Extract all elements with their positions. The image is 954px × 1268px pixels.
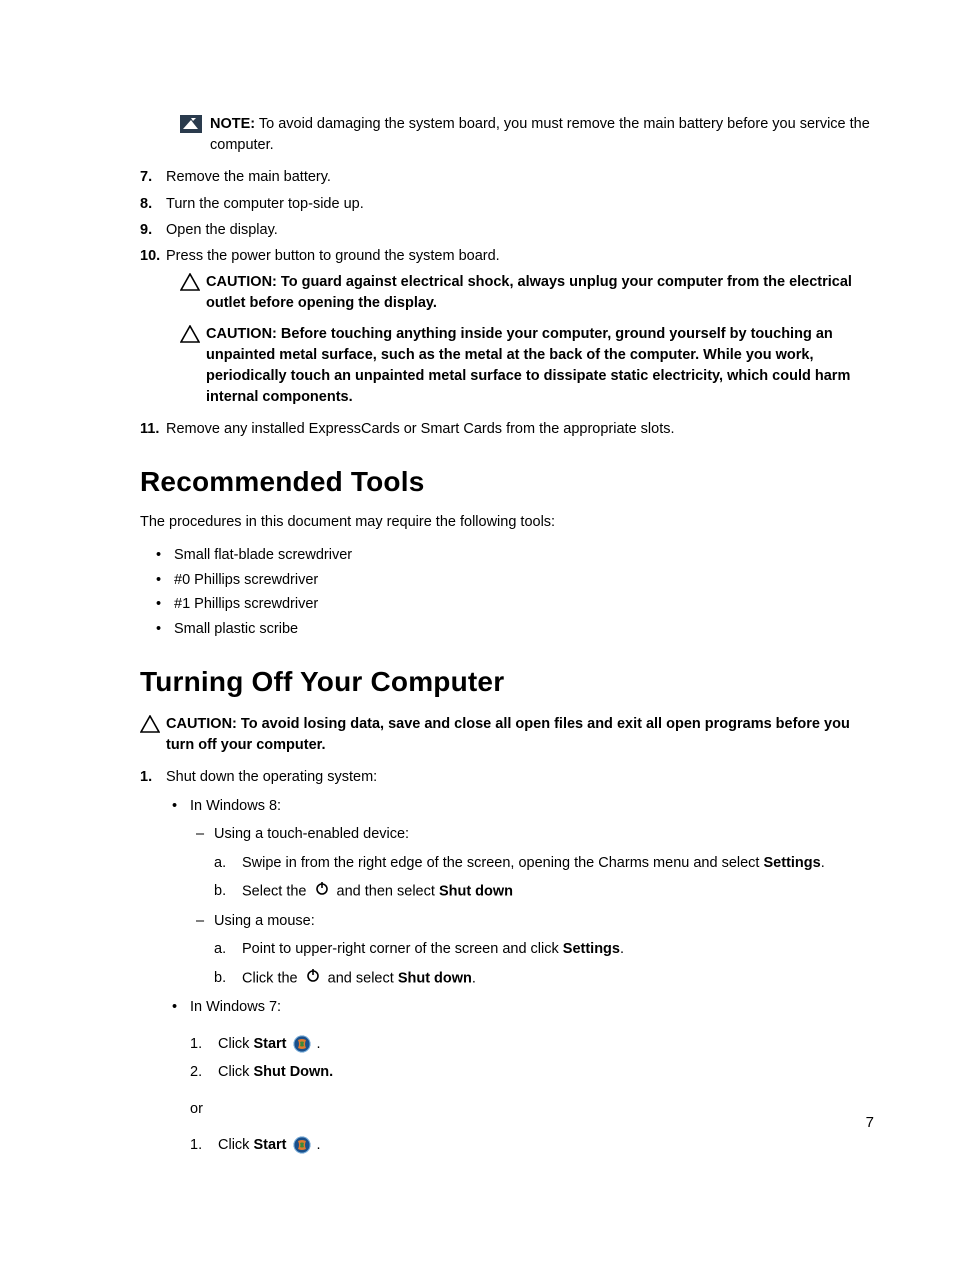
turnoff-steps: 1. Shut down the operating system: In Wi… <box>140 766 874 1162</box>
caution-text-1: CAUTION: To guard against electrical sho… <box>206 272 874 314</box>
mouse-method: Using a mouse: a. Point to upper-right c… <box>190 910 874 990</box>
page: NOTE: To avoid damaging the system board… <box>0 0 954 1226</box>
win7-item: In Windows 7: 1. Click Start <box>166 996 874 1156</box>
win7-alt-steps: 1. Click Start <box>190 1134 874 1156</box>
turnoff-step-1: 1. Shut down the operating system: In Wi… <box>140 766 874 1162</box>
mouse-step-b: b. Click the <box>214 967 874 990</box>
step-9: 9.Open the display. <box>140 219 874 241</box>
touch-step-b: b. Select the <box>214 880 874 903</box>
mouse-step-a: a. Point to upper-right corner of the sc… <box>214 938 874 960</box>
caution-icon <box>140 715 160 733</box>
caution-icon <box>180 273 200 291</box>
tools-list: Small flat-blade screwdriver #0 Phillips… <box>156 544 874 640</box>
tool-item: Small flat-blade screwdriver <box>156 544 874 566</box>
tool-item: #1 Phillips screwdriver <box>156 593 874 615</box>
caution-block-3: CAUTION: To avoid losing data, save and … <box>140 714 874 756</box>
touch-steps: a. Swipe in from the right edge of the s… <box>214 852 874 904</box>
win8-item: In Windows 8: Using a touch-enabled devi… <box>166 795 874 990</box>
win7-step-1: 1. Click Start <box>190 1033 874 1055</box>
tool-item: Small plastic scribe <box>156 618 874 640</box>
tools-intro: The procedures in this document may requ… <box>140 514 874 530</box>
step-11: 11.Remove any installed ExpressCards or … <box>140 418 874 440</box>
steps-list-b: 11.Remove any installed ExpressCards or … <box>140 418 874 440</box>
heading-turnoff: Turning Off Your Computer <box>140 666 874 698</box>
note-body: To avoid damaging the system board, you … <box>210 116 870 153</box>
step-10: 10.Press the power button to ground the … <box>140 245 874 267</box>
caution-block-2: CAUTION: Before touching anything inside… <box>180 324 874 408</box>
win7-step-2: 2. Click Shut Down. <box>190 1061 874 1083</box>
heading-tools: Recommended Tools <box>140 466 874 498</box>
steps-list-a: 7.Remove the main battery. 8.Turn the co… <box>140 166 874 268</box>
touch-step-a: a. Swipe in from the right edge of the s… <box>214 852 874 874</box>
start-orb-icon <box>293 1035 311 1053</box>
caution-text-2: CAUTION: Before touching anything inside… <box>206 324 874 408</box>
note-label: NOTE: <box>210 116 255 132</box>
step-8: 8.Turn the computer top-side up. <box>140 193 874 215</box>
win8-methods: Using a touch-enabled device: a. Swipe i… <box>190 823 874 990</box>
tool-item: #0 Phillips screwdriver <box>156 569 874 591</box>
note-icon <box>180 115 202 133</box>
caution-block-1: CAUTION: To guard against electrical sho… <box>180 272 874 314</box>
os-list: In Windows 8: Using a touch-enabled devi… <box>166 795 874 1157</box>
step-7: 7.Remove the main battery. <box>140 166 874 188</box>
or-text: or <box>190 1098 874 1120</box>
mouse-steps: a. Point to upper-right corner of the sc… <box>214 938 874 990</box>
power-icon <box>314 880 330 903</box>
power-icon <box>305 967 321 990</box>
win7-alt-step-1: 1. Click Start <box>190 1134 874 1156</box>
caution-text-3: CAUTION: To avoid losing data, save and … <box>166 714 874 756</box>
note-block: NOTE: To avoid damaging the system board… <box>180 114 874 156</box>
win7-steps: 1. Click Start <box>190 1033 874 1084</box>
caution-icon <box>180 325 200 343</box>
start-orb-icon <box>293 1136 311 1154</box>
note-text: NOTE: To avoid damaging the system board… <box>210 114 874 156</box>
touch-method: Using a touch-enabled device: a. Swipe i… <box>190 823 874 903</box>
page-number: 7 <box>866 1114 874 1131</box>
